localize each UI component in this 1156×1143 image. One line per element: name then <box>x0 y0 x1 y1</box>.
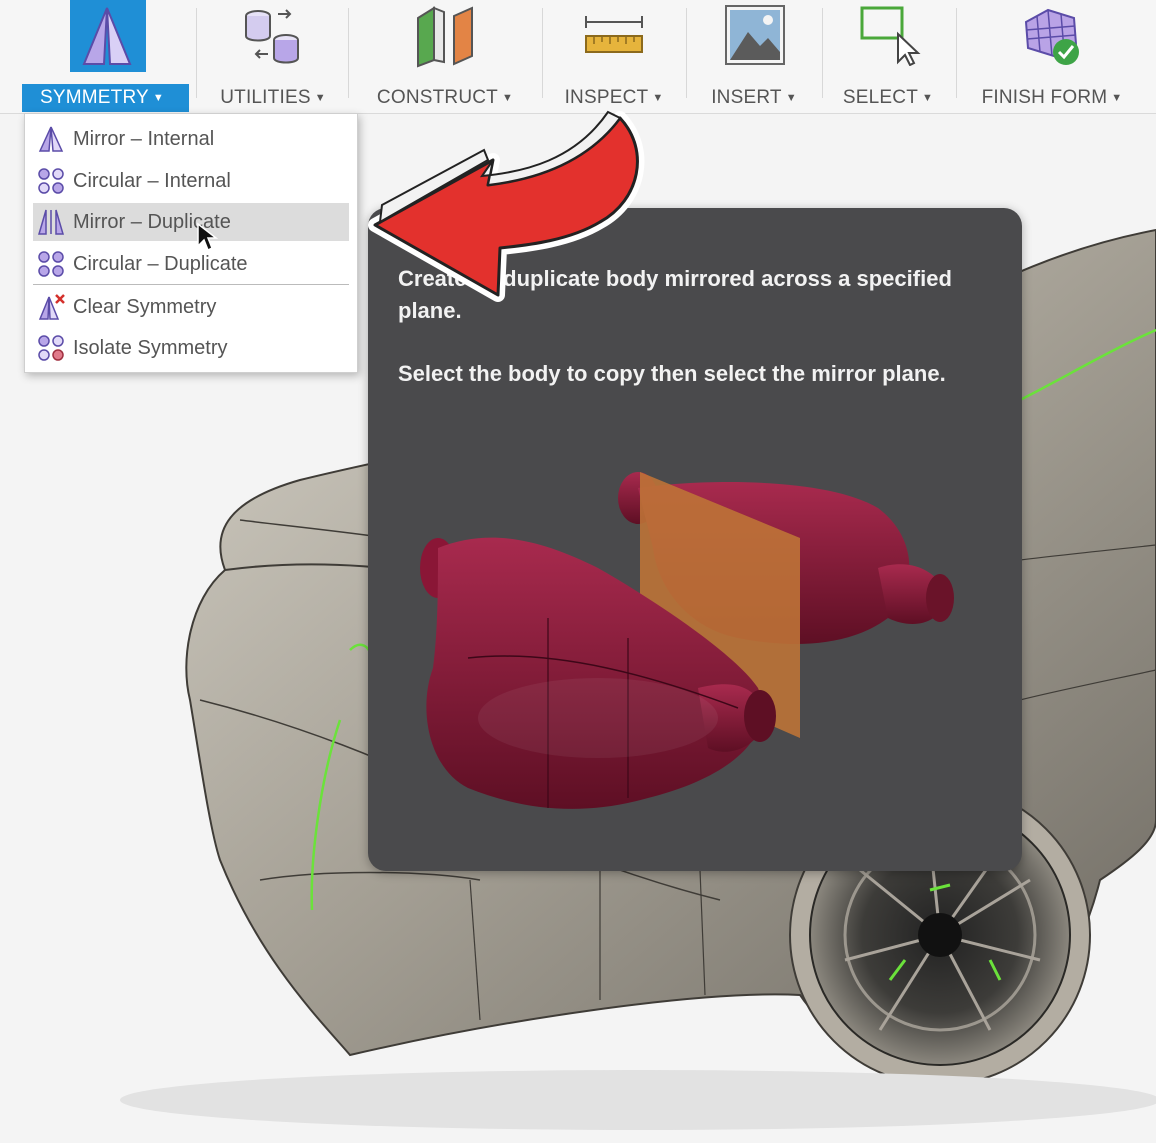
tab-select[interactable]: SELECT ▼ <box>824 0 954 113</box>
isolate-symmetry-icon <box>38 335 64 361</box>
clear-symmetry-icon <box>38 294 65 320</box>
toolbar-divider <box>348 8 349 98</box>
menu-item-label: Isolate Symmetry <box>73 337 228 359</box>
tab-inspect[interactable]: INSPECT ▼ <box>544 0 684 113</box>
symmetry-icon <box>82 7 132 65</box>
toolbar-divider <box>822 8 823 98</box>
tooltip-illustration <box>420 472 954 809</box>
insert-image-icon <box>725 5 785 65</box>
tab-utilities-label: UTILITIES ▼ <box>220 87 326 109</box>
menu-item-label: Mirror – Internal <box>73 128 215 150</box>
tab-inspect-label: INSPECT ▼ <box>564 87 664 109</box>
tab-utilities[interactable]: UTILITIES ▼ <box>198 0 348 113</box>
tab-insert[interactable]: INSERT ▼ <box>688 0 820 113</box>
menu-item-mirror-internal[interactable]: Mirror – Internal <box>33 120 349 158</box>
circular-internal-icon <box>38 168 64 194</box>
symmetry-dropdown-menu: Mirror – Internal Circular – Internal Mi… <box>24 113 358 373</box>
toolbar-divider <box>542 8 543 98</box>
menu-item-clear-symmetry[interactable]: Clear Symmetry <box>33 288 349 326</box>
tooltip-instruction: Select the body to copy then select the … <box>398 361 946 386</box>
mirror-duplicate-icon <box>38 209 64 235</box>
menu-divider <box>33 284 349 285</box>
menu-item-circular-internal[interactable]: Circular – Internal <box>33 162 349 200</box>
menu-item-circular-duplicate[interactable]: Circular – Duplicate <box>33 245 349 283</box>
tab-insert-label: INSERT ▼ <box>711 87 797 109</box>
tooltip-description: Creates a duplicate body mirrored across… <box>398 266 952 323</box>
menu-item-label: Clear Symmetry <box>73 296 217 318</box>
toolbar-divider <box>956 8 957 98</box>
menu-item-isolate-symmetry[interactable]: Isolate Symmetry <box>33 329 349 367</box>
mouse-pointer-icon <box>197 222 218 252</box>
tab-finish-form[interactable]: FINISH FORM ▼ <box>958 0 1156 113</box>
utilities-icon <box>245 9 299 64</box>
tab-construct[interactable]: CONSTRUCT ▼ <box>350 0 540 113</box>
circular-duplicate-icon <box>38 251 64 277</box>
toolbar-divider <box>196 8 197 98</box>
tab-symmetry[interactable]: SYMMETRY ▼ <box>22 0 192 113</box>
finish-form-icon <box>1024 8 1079 65</box>
tab-construct-label: CONSTRUCT ▼ <box>376 87 514 109</box>
menu-item-label: Circular – Internal <box>73 170 231 192</box>
tab-select-label: SELECT ▼ <box>842 87 934 109</box>
tab-finish-form-label: FINISH FORM ▼ <box>981 87 1123 109</box>
mirror-internal-icon <box>38 126 64 152</box>
tooltip-mirror-duplicate: Creates a duplicate body mirrored across… <box>368 208 1022 871</box>
construct-icon <box>417 6 473 68</box>
select-icon <box>860 6 921 66</box>
inspect-icon <box>585 16 643 53</box>
toolbar: SYMMETRY ▼ UTILITIES ▼ CONSTRUCT ▼ INSPE… <box>0 0 1156 114</box>
menu-item-label: Circular – Duplicate <box>73 253 248 275</box>
menu-item-mirror-duplicate[interactable]: Mirror – Duplicate <box>33 203 349 241</box>
tab-symmetry-label: SYMMETRY ▼ <box>39 87 165 109</box>
toolbar-divider <box>686 8 687 98</box>
